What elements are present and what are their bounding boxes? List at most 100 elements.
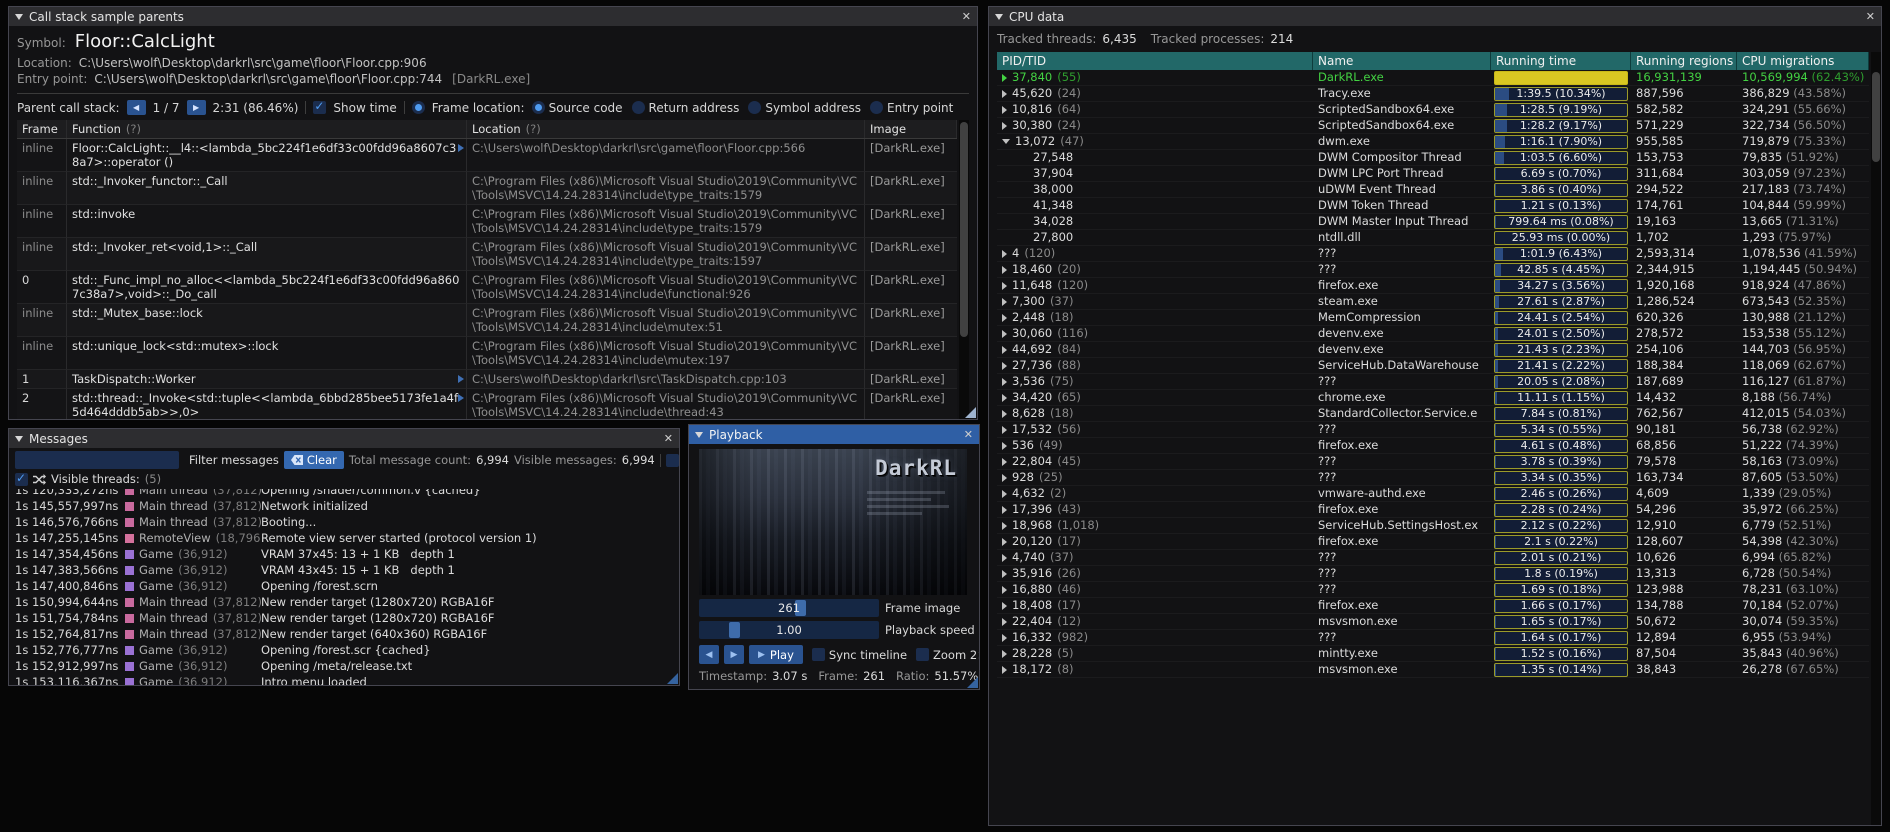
goto-source-icon[interactable] xyxy=(458,394,464,402)
expand-row-icon[interactable] xyxy=(1002,249,1007,258)
callstack-titlebar[interactable]: Call stack sample parents ✕ xyxy=(9,7,977,26)
cpu-row[interactable]: 30,060 (116) devenv.exe 24.01 s (2.50%) 278,… xyxy=(997,326,1869,342)
callstack-scrollbar[interactable] xyxy=(959,120,969,419)
cpu-row[interactable]: 928 (25)??? 3.34 s (0.35%) 163,734 87,605 (5… xyxy=(997,470,1869,486)
close-icon[interactable]: ✕ xyxy=(1866,11,1875,22)
expand-row-icon[interactable] xyxy=(1002,425,1007,434)
prev-callstack-button[interactable]: ◀ xyxy=(126,100,146,115)
playback-titlebar[interactable]: Playback ✕ xyxy=(689,425,979,444)
expand-row-icon[interactable] xyxy=(1002,89,1007,98)
message-row[interactable]: 1s 147,255,145ns RemoteView (18,796) Remote… xyxy=(15,530,679,546)
cpu-row[interactable]: 34,420 (65) chrome.exe 11.11 s (1.15%) 14,43… xyxy=(997,390,1869,406)
resize-grip[interactable] xyxy=(965,407,976,418)
cpu-row[interactable]: 7,300 (37) steam.exe 27.61 s (2.87%) 1,286,5… xyxy=(997,294,1869,310)
cpu-row[interactable]: 45,620 (24) Tracy.exe 1:39.5 (10.34%) 887,59… xyxy=(997,86,1869,102)
callstack-column-header[interactable]: Function (?) xyxy=(67,120,467,138)
frame-location-option[interactable]: Source code xyxy=(531,101,623,115)
message-row[interactable]: 1s 145,557,997ns Main thread (37,812) Netwo… xyxy=(15,498,679,514)
expand-row-icon[interactable] xyxy=(1002,121,1007,130)
cpu-row[interactable]: 4 (120)??? 1:01.9 (6.43%) 2,593,314 1,078,53… xyxy=(997,246,1869,262)
collapse-icon[interactable] xyxy=(15,13,23,20)
radio-icon[interactable] xyxy=(870,101,883,114)
close-icon[interactable]: ✕ xyxy=(964,429,973,440)
expand-row-icon[interactable] xyxy=(1002,665,1007,674)
callstack-row[interactable]: inline std::_Invoker_functor::_Call C:\Pro… xyxy=(17,172,957,205)
cpu-row[interactable]: 4,740 (37)??? 2.01 s (0.21%) 10,626 6,994 (6… xyxy=(997,550,1869,566)
frame-image-slider[interactable]: 261 xyxy=(699,599,879,617)
message-row[interactable]: 1s 153,116,367ns Game (36,912) Intro menu l… xyxy=(15,674,679,685)
message-row[interactable]: 1s 147,383,566ns Game (36,912) VRAM 43x45: … xyxy=(15,562,679,578)
expand-row-icon[interactable] xyxy=(1002,265,1007,274)
expand-row-icon[interactable] xyxy=(1002,521,1007,530)
close-icon[interactable]: ✕ xyxy=(962,11,971,22)
next-frame-button[interactable]: ▶ xyxy=(724,645,744,664)
message-row[interactable]: 1s 146,576,766ns Main thread (37,812) Booti… xyxy=(15,514,679,530)
cpu-row[interactable]: 10,816 (64) ScriptedSandbox64.exe 1:28.5 (9… xyxy=(997,102,1869,118)
cpu-row[interactable]: 41,348 DWM Token Thread 1.21 s (0.13%) 174,… xyxy=(997,198,1869,214)
next-callstack-button[interactable]: ▶ xyxy=(186,100,206,115)
sync-timeline-checkbox[interactable] xyxy=(811,648,825,661)
expand-row-icon[interactable] xyxy=(1002,457,1007,466)
cpu-scrollbar[interactable] xyxy=(1871,52,1881,825)
cpu-data-titlebar[interactable]: CPU data ✕ xyxy=(989,7,1881,26)
expand-row-icon[interactable] xyxy=(1002,73,1007,82)
scrollbar-thumb[interactable] xyxy=(1872,72,1880,162)
cpu-row[interactable]: 27,736 (88) ServiceHub.DataWarehouse 21.41 … xyxy=(997,358,1869,374)
expand-row-icon[interactable] xyxy=(1002,585,1007,594)
callstack-row[interactable]: inline std::invoke C:\Program Files (x86)\… xyxy=(17,205,957,238)
cpu-row[interactable]: 3,536 (75)??? 20.05 s (2.08%) 187,689 116,12… xyxy=(997,374,1869,390)
expand-row-icon[interactable] xyxy=(1002,505,1007,514)
goto-source-icon[interactable] xyxy=(458,375,464,383)
close-icon[interactable]: ✕ xyxy=(664,433,673,444)
cpu-column-header[interactable]: Name xyxy=(1313,52,1491,70)
expand-row-icon[interactable] xyxy=(1002,537,1007,546)
cpu-row[interactable]: 536 (49) firefox.exe 4.61 s (0.48%) 68,856 51… xyxy=(997,438,1869,454)
play-button[interactable]: ▶ Play xyxy=(749,645,803,664)
frame-location-option[interactable]: Return address xyxy=(631,101,739,115)
collapse-icon[interactable] xyxy=(15,435,23,442)
expand-row-icon[interactable] xyxy=(1002,649,1007,658)
cpu-row[interactable]: 4,632 (2) vmware-authd.exe 2.46 s (0.26%) 4,… xyxy=(997,486,1869,502)
message-row[interactable]: 1s 120,333,272ns Main thread (37,812) Openi… xyxy=(15,489,679,498)
cpu-row[interactable]: 28,228 (5) mintty.exe 1.52 s (0.16%) 87,504 3… xyxy=(997,646,1869,662)
message-row[interactable]: 1s 147,354,456ns Game (36,912) VRAM 37x45: … xyxy=(15,546,679,562)
goto-source-icon[interactable] xyxy=(458,144,464,152)
playback-speed-slider[interactable]: 1.00 xyxy=(699,621,879,639)
visible-threads-checkbox[interactable] xyxy=(15,471,28,486)
callstack-row[interactable]: inline std::_Mutex_base::lock C:\Program F… xyxy=(17,304,957,337)
message-row[interactable]: 1s 152,776,777ns Game (36,912) Opening /for… xyxy=(15,642,679,658)
cpu-row[interactable]: 44,692 (84) devenv.exe 21.43 s (2.23%) 254,1… xyxy=(997,342,1869,358)
cpu-row[interactable]: 18,460 (20)??? 42.85 s (4.45%) 2,344,915 1,1… xyxy=(997,262,1869,278)
message-row[interactable]: 1s 147,400,846ns Game (36,912) Opening /for… xyxy=(15,578,679,594)
cpu-column-header[interactable]: Running regions xyxy=(1631,52,1737,70)
cpu-row[interactable]: 34,028 DWM Master Input Thread 799.64 ms (… xyxy=(997,214,1869,230)
message-row[interactable]: 1s 152,912,997ns Game (36,912) Opening /met… xyxy=(15,658,679,674)
callstack-row[interactable]: 1 TaskDispatch::Worker C:\Users\wolf\Deskt… xyxy=(17,370,957,389)
cpu-row[interactable]: 30,380 (24) ScriptedSandbox64.exe 1:28.2 (9… xyxy=(997,118,1869,134)
expand-row-icon[interactable] xyxy=(1002,617,1007,626)
zoom-2x-checkbox[interactable] xyxy=(916,648,930,661)
cpu-row[interactable]: 37,840 (55) DarkRL.exe 16,931,139 10,569,994… xyxy=(997,70,1869,86)
expand-row-icon[interactable] xyxy=(1002,297,1007,306)
expand-row-icon[interactable] xyxy=(1002,393,1007,402)
prev-frame-button[interactable]: ◀ xyxy=(699,645,719,664)
callstack-row[interactable]: inline Floor::CalcLight::__l4::<lambda_5b… xyxy=(17,139,957,172)
cpu-row[interactable]: 11,648 (120) firefox.exe 34.27 s (3.56%) 1,9… xyxy=(997,278,1869,294)
callstack-column-header[interactable]: Image xyxy=(865,120,957,138)
expand-row-icon[interactable] xyxy=(1002,377,1007,386)
resize-grip[interactable] xyxy=(667,673,678,684)
collapse-row-icon[interactable] xyxy=(1002,139,1010,144)
clear-button[interactable]: Clear xyxy=(283,451,344,469)
callstack-row[interactable]: inline std::unique_lock<std::mutex>::lock… xyxy=(17,337,957,370)
expand-row-icon[interactable] xyxy=(1002,345,1007,354)
expand-row-icon[interactable] xyxy=(1002,281,1007,290)
frame-location-option[interactable]: Entry point xyxy=(870,101,953,115)
expand-row-icon[interactable] xyxy=(1002,633,1007,642)
radio-icon[interactable] xyxy=(531,101,545,114)
expand-row-icon[interactable] xyxy=(1002,361,1007,370)
cpu-row[interactable]: 17,396 (43) firefox.exe 2.28 s (0.24%) 54,29… xyxy=(997,502,1869,518)
cpu-row[interactable]: 2,448 (18) MemCompression 24.41 s (2.54%) 62… xyxy=(997,310,1869,326)
cpu-column-header[interactable]: Running time xyxy=(1491,52,1631,70)
expand-row-icon[interactable] xyxy=(1002,601,1007,610)
cpu-row[interactable]: 20,120 (17) firefox.exe 2.1 s (0.22%) 128,60… xyxy=(997,534,1869,550)
